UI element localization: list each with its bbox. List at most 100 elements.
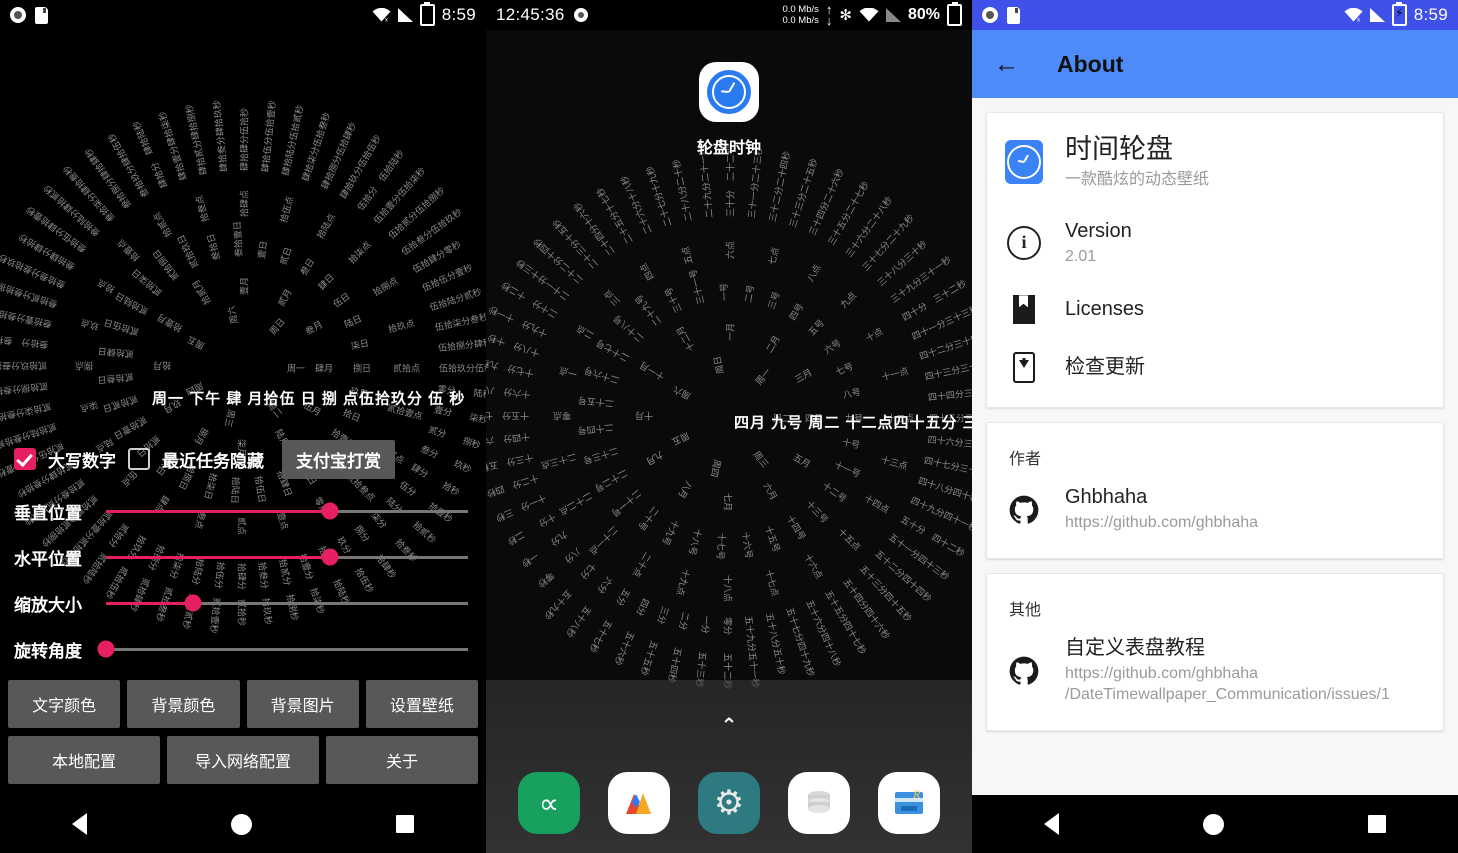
- clock-tick-label: 十四分: [502, 429, 531, 443]
- back-arrow-icon[interactable]: ←: [994, 51, 1019, 77]
- checkbox-uppercase-numerals[interactable]: [14, 448, 36, 470]
- home-button[interactable]: [231, 813, 252, 835]
- clock-tick-label: 贰拾肆日: [97, 344, 135, 358]
- slider-vertical-position[interactable]: 垂直位置: [14, 488, 472, 534]
- clock-app-icon[interactable]: [698, 62, 759, 122]
- clock-tick-label: 肆拾分: [150, 159, 171, 189]
- slider-rotation-angle-label: 旋转角度: [14, 641, 82, 661]
- licenses-title: Licenses: [1065, 298, 1144, 321]
- clock-tick-label: 伍拾秒: [240, 107, 251, 135]
- set-wallpaper-button[interactable]: 设置壁纸: [365, 680, 478, 728]
- clock-tick-label: 叁拾陆分: [68, 205, 103, 238]
- clock-tick-label: 二十八号: [612, 311, 646, 343]
- background-color-button[interactable]: 背景颜色: [127, 680, 240, 728]
- text-color-button[interactable]: 文字颜色: [8, 680, 121, 728]
- back-button[interactable]: [1044, 813, 1059, 835]
- clock-tick-label: 十三分: [505, 450, 534, 467]
- info-icon: i: [1005, 225, 1043, 260]
- clock-tick-label: 叁拾陆秒: [0, 330, 14, 345]
- clock-tick-label: 陆秒: [472, 388, 486, 401]
- slider-track[interactable]: [97, 640, 468, 658]
- import-network-config-button[interactable]: 导入网络配置: [167, 736, 319, 784]
- clock-tick-label: 六月: [760, 481, 779, 502]
- licenses-row[interactable]: Licenses: [987, 281, 1443, 338]
- clock-tick-label: 五十三分: [857, 563, 889, 597]
- version-row[interactable]: i Version 2.01: [987, 205, 1443, 282]
- clock-tick-label: 四十四秒: [899, 572, 933, 605]
- back-button[interactable]: [72, 813, 87, 835]
- slider-track[interactable]: [106, 548, 468, 566]
- slider-track[interactable]: [106, 594, 468, 612]
- status-time: 8:59: [441, 5, 476, 24]
- clock-tick-label: 伍拾叁分: [400, 228, 436, 258]
- app-icon-database[interactable]: [788, 772, 850, 834]
- clock-tick-label: 五十秒: [770, 646, 787, 676]
- home-app-shortcut[interactable]: 轮盘时钟: [697, 62, 761, 158]
- slider-rotation-angle[interactable]: 旋转角度: [14, 626, 472, 672]
- clock-tick-label: 十二号: [819, 480, 848, 505]
- clock-tick-label: 贰拾点: [393, 364, 421, 375]
- clock-tick-label: 十九号: [659, 517, 681, 546]
- chevron-up-icon[interactable]: ⌃: [721, 713, 738, 738]
- about-content: 时间轮盘 一款酷炫的动态壁纸 i Version 2.01 Licenses 检…: [972, 112, 1458, 731]
- clock-tick-label: 四十二秒: [929, 532, 966, 560]
- clock-tick-label: 伍拾柒秒: [396, 165, 428, 200]
- screen-record-icon: [10, 7, 26, 23]
- tutorial-row[interactable]: 自定义表盘教程 https://github.com/ghbhaha /Date…: [987, 622, 1443, 720]
- clock-tick-label: 伍拾柒分: [434, 315, 472, 334]
- status-icons-right: x ⚡ 8:59: [372, 2, 476, 26]
- clock-tick-label: 十一秒: [487, 302, 517, 323]
- status-bar-panel1: x ⚡ 8:59: [0, 0, 486, 30]
- clock-tick-label: 拾陆点: [315, 211, 339, 241]
- clock-tick-label: 柒点: [78, 397, 99, 413]
- clock-tick-label: 四十六秒: [861, 606, 891, 642]
- clock-tick-label: 拾玖点: [387, 318, 416, 336]
- slider-thumb[interactable]: [321, 502, 339, 520]
- panel-wallpaper-settings: 零秒壹秒贰秒叁秒肆秒伍秒陆秒柒秒捌秒玖秒拾秒拾壹秒拾贰秒拾叁秒拾肆秒拾伍秒拾陆秒…: [0, 0, 486, 853]
- app-icon-green-alpha[interactable]: ∝: [518, 772, 580, 834]
- slider-thumb[interactable]: [97, 640, 115, 658]
- clock-tick-label: 伍拾陆分: [428, 292, 467, 314]
- clock-tick-label: 伍秒: [475, 364, 486, 375]
- clock-tick-label: 四点: [638, 260, 657, 281]
- slider-thumb[interactable]: [184, 594, 202, 612]
- alipay-donate-button[interactable]: 支付宝打赏: [282, 439, 395, 479]
- slider-scale-size[interactable]: 缩放大小: [14, 580, 472, 626]
- clock-tick-label: 伍拾肆分: [411, 248, 448, 276]
- clock-tick-label: 五十五秒: [637, 638, 659, 676]
- recents-button[interactable]: [1368, 815, 1386, 833]
- checkbox-hide-recents[interactable]: [128, 448, 150, 470]
- about-button[interactable]: 关于: [326, 736, 478, 784]
- local-config-button[interactable]: 本地配置: [8, 736, 160, 784]
- status-icons-right-panel3: x ⚡ 8:59: [1344, 2, 1448, 26]
- home-button[interactable]: [1203, 813, 1224, 835]
- clock-tick-label: 十三号: [803, 498, 830, 526]
- background-image-button[interactable]: 背景图片: [246, 680, 359, 728]
- author-text: Ghbhaha https://github.com/ghbhaha: [1065, 485, 1258, 534]
- author-row[interactable]: Ghbhaha https://github.com/ghbhaha: [987, 471, 1443, 548]
- recents-button[interactable]: [396, 815, 414, 833]
- status-icons-left-panel3: [982, 6, 1020, 24]
- clock-tick-label: 二十二分: [552, 252, 586, 285]
- clock-tick-label: 四十六分: [927, 435, 964, 449]
- app-icon-markdown[interactable]: [608, 772, 670, 834]
- clock-tick-label: 五月: [791, 452, 812, 471]
- clock-tick-label: 伍拾陆秒: [377, 148, 407, 184]
- clock-tick-label: 五秒: [486, 458, 499, 472]
- slider-track[interactable]: [106, 502, 468, 520]
- clock-tick-label: 零分: [721, 616, 732, 635]
- slider-scale-size-label: 缩放大小: [14, 595, 82, 615]
- check-update-row[interactable]: 检查更新: [987, 338, 1443, 397]
- slider-horizontal-position[interactable]: 水平位置: [14, 534, 472, 580]
- clock-tick-label: 贰拾叁日: [96, 370, 134, 384]
- slider-thumb[interactable]: [321, 548, 339, 566]
- clock-tick-label: 壹秒: [453, 262, 475, 280]
- clock-tick-label: 四十八秒: [818, 631, 842, 669]
- navigation-bar-panel1: [0, 795, 486, 853]
- app-icon-settings[interactable]: ⚙: [698, 772, 760, 834]
- clock-tick-label: 贰拾捌日: [151, 246, 182, 281]
- app-icon-root-explorer[interactable]: R: [878, 772, 940, 834]
- clock-tick-label: 零秒: [535, 568, 556, 589]
- clock-tick-label: 伍拾伍分: [421, 269, 459, 294]
- panel-about-screen: x ⚡ 8:59 ← About 时间轮盘 一款酷炫的动态壁纸 i Versio…: [972, 0, 1458, 853]
